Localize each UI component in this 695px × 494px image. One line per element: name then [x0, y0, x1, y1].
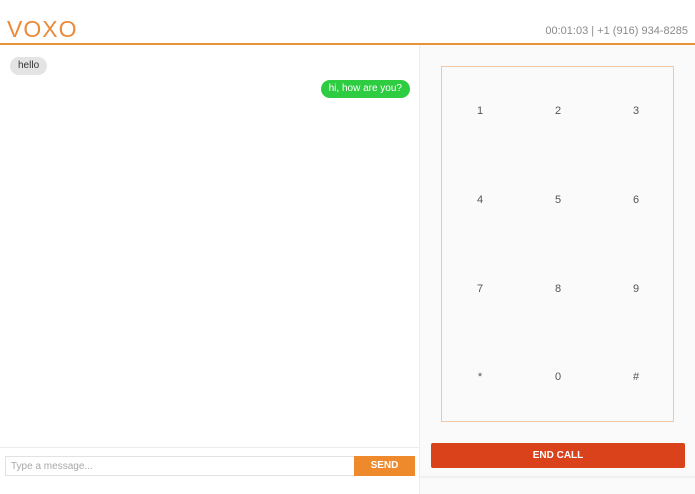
voxo-app: VOXO 00:01:03 | +1 (916) 934-8285 hello …: [0, 0, 695, 494]
send-button[interactable]: SEND: [354, 456, 415, 476]
key-0[interactable]: 0: [538, 362, 578, 392]
key-9[interactable]: 9: [616, 274, 656, 304]
chat-panel: hello hi, how are you? SEND: [0, 45, 420, 494]
key-hash[interactable]: #: [616, 362, 656, 392]
key-1[interactable]: 1: [460, 96, 500, 126]
message-input[interactable]: [5, 456, 354, 476]
key-5[interactable]: 5: [538, 185, 578, 215]
key-3[interactable]: 3: [616, 96, 656, 126]
key-2[interactable]: 2: [538, 96, 578, 126]
key-4[interactable]: 4: [460, 185, 500, 215]
key-star[interactable]: *: [460, 362, 500, 392]
message-outgoing: hi, how are you?: [320, 80, 410, 98]
top-bar: VOXO 00:01:03 | +1 (916) 934-8285: [0, 0, 695, 45]
dialer-panel: 1 2 3 4 5 6 7 8 9 * 0 # END CALL: [420, 45, 695, 494]
dialpad: 1 2 3 4 5 6 7 8 9 * 0 #: [441, 66, 674, 422]
message-composer: SEND: [0, 447, 419, 480]
end-call-button[interactable]: END CALL: [431, 443, 685, 468]
call-status: 00:01:03 | +1 (916) 934-8285: [545, 25, 688, 37]
message-incoming: hello: [10, 57, 48, 75]
key-8[interactable]: 8: [538, 274, 578, 304]
voxo-logo: VOXO: [7, 16, 78, 42]
key-7[interactable]: 7: [460, 274, 500, 304]
key-6[interactable]: 6: [616, 185, 656, 215]
button-shadow-divider: [420, 476, 695, 479]
